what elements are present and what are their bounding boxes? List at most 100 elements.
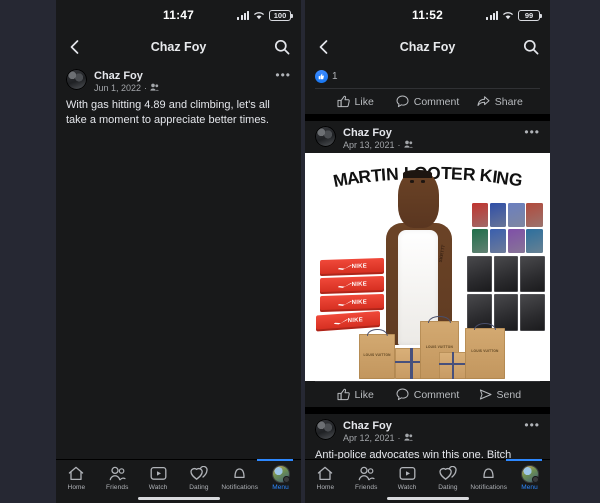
- tab-label: Notifications: [470, 484, 508, 491]
- tab-watch[interactable]: Watch: [388, 465, 426, 491]
- post-header: Chaz Foy Apr 13, 2021 · •••: [305, 121, 550, 153]
- bell-icon: [232, 465, 247, 482]
- bottom-tab-bar: Home Friends Watch Dating Notifications …: [56, 459, 301, 503]
- reaction-count: 1: [332, 71, 338, 82]
- page-title: Chaz Foy: [150, 40, 207, 54]
- black-box: [520, 294, 546, 331]
- tab-label: Dating: [189, 484, 209, 491]
- phone-box: [471, 203, 489, 228]
- status-bar: 11:52 99: [305, 0, 550, 30]
- post-action-bar: Like Comment Share: [315, 88, 540, 114]
- tab-label: Menu: [521, 484, 538, 491]
- action-label: Like: [354, 388, 374, 401]
- avatar[interactable]: [315, 419, 336, 440]
- avatar[interactable]: [315, 126, 336, 147]
- tab-friends[interactable]: Friends: [98, 465, 136, 491]
- gift-ribbon: [410, 347, 413, 379]
- dating-heart-icon: [190, 465, 208, 482]
- louis-vuitton-bag: LOUIS VUITTON: [465, 322, 505, 379]
- status-indicators: 99: [486, 0, 542, 30]
- tab-home[interactable]: Home: [57, 465, 95, 491]
- tab-label: Home: [67, 484, 86, 491]
- nike-shoebox: NIKE: [319, 275, 384, 294]
- active-tab-indicator: [257, 459, 293, 461]
- reaction-summary[interactable]: 1: [305, 64, 550, 88]
- comment-bubble-icon: [396, 95, 409, 108]
- nike-shoebox: NIKE: [319, 257, 384, 276]
- thumbs-up-outline-icon: [337, 95, 350, 108]
- phone-box: [489, 203, 507, 228]
- post-date: Apr 12, 2021: [343, 433, 395, 443]
- post-author-name[interactable]: Chaz Foy: [94, 70, 159, 82]
- audience-separator: ·: [397, 433, 401, 443]
- send-button[interactable]: Send: [464, 388, 536, 401]
- action-label: Comment: [413, 95, 460, 108]
- feed-container[interactable]: 1 Like Comment Share Chaz Foy Apr 13, 20…: [305, 64, 550, 459]
- action-label: Like: [354, 95, 374, 108]
- phone-box: [526, 228, 543, 254]
- action-label: Comment: [413, 388, 460, 401]
- nike-swoosh-icon: [337, 282, 351, 287]
- active-tab-indicator: [506, 459, 542, 461]
- tab-menu[interactable]: Menu: [262, 465, 300, 491]
- feed-divider: [305, 407, 550, 414]
- like-button[interactable]: Like: [319, 95, 391, 108]
- more-options-icon[interactable]: •••: [275, 69, 291, 81]
- page-title: Chaz Foy: [399, 40, 456, 54]
- black-box: [493, 255, 519, 293]
- search-icon[interactable]: [522, 38, 540, 56]
- phone-box-grid: [471, 203, 543, 254]
- post-author-name[interactable]: Chaz Foy: [343, 127, 413, 139]
- dating-heart-icon: [439, 465, 457, 482]
- share-arrow-icon: [477, 95, 490, 108]
- post-date: Jun 1, 2022: [94, 83, 142, 93]
- tab-dating[interactable]: Dating: [429, 465, 467, 491]
- status-time: 11:52: [411, 8, 444, 22]
- watch-video-icon: [399, 465, 416, 482]
- post-meme-image[interactable]: MARTINLOOTERKING NIKE NIKE NIKE NIKE: [305, 153, 550, 381]
- tab-label: Notifications: [221, 484, 259, 491]
- left-phone-screenshot: 11:47 100 Chaz Foy Chaz Foy Jun 1, 2022 …: [56, 0, 301, 503]
- tab-dating[interactable]: Dating: [180, 465, 218, 491]
- post-author-name[interactable]: Chaz Foy: [343, 420, 413, 432]
- status-bar: 11:47 100: [56, 0, 301, 30]
- phone-box: [471, 228, 489, 254]
- nike-swoosh-icon: [337, 300, 351, 305]
- comment-button[interactable]: Comment: [391, 95, 463, 108]
- home-indicator: [137, 497, 220, 500]
- bottom-tab-bar: Home Friends Watch Dating Notifications …: [305, 459, 550, 503]
- status-time: 11:47: [162, 8, 195, 22]
- character-head: [397, 170, 439, 229]
- character-eye: [420, 180, 425, 183]
- tab-notifications[interactable]: Notifications: [470, 465, 508, 491]
- gift-ribbon: [439, 363, 467, 366]
- tab-label: Watch: [148, 484, 168, 491]
- bell-icon: [481, 465, 496, 482]
- tab-friends[interactable]: Friends: [347, 465, 385, 491]
- more-options-icon[interactable]: •••: [524, 126, 540, 138]
- tab-menu[interactable]: Menu: [511, 465, 549, 491]
- phone-box: [489, 228, 507, 254]
- tab-notifications[interactable]: Notifications: [221, 465, 259, 491]
- feed-divider: [305, 114, 550, 121]
- share-button[interactable]: Share: [464, 95, 536, 108]
- comment-button[interactable]: Comment: [391, 388, 463, 401]
- tab-label: Watch: [397, 484, 417, 491]
- audience-separator: ·: [144, 83, 148, 93]
- cellular-bars-icon: [486, 10, 498, 20]
- more-options-icon[interactable]: •••: [524, 419, 540, 431]
- tab-watch[interactable]: Watch: [139, 465, 177, 491]
- avatar[interactable]: [66, 69, 87, 90]
- friends-audience-icon: [150, 82, 159, 94]
- feed-container[interactable]: Chaz Foy Jun 1, 2022 · ••• With gas hitt…: [56, 64, 301, 459]
- like-button[interactable]: Like: [319, 388, 391, 401]
- character-hair: [403, 170, 433, 179]
- friends-icon: [109, 465, 126, 482]
- tab-home[interactable]: Home: [306, 465, 344, 491]
- tab-label: Menu: [272, 484, 289, 491]
- tab-label: Home: [316, 484, 335, 491]
- phone-box: [507, 203, 525, 228]
- gift-box: [439, 352, 467, 379]
- app-navigation-bar: Chaz Foy: [56, 30, 301, 64]
- search-icon[interactable]: [273, 38, 291, 56]
